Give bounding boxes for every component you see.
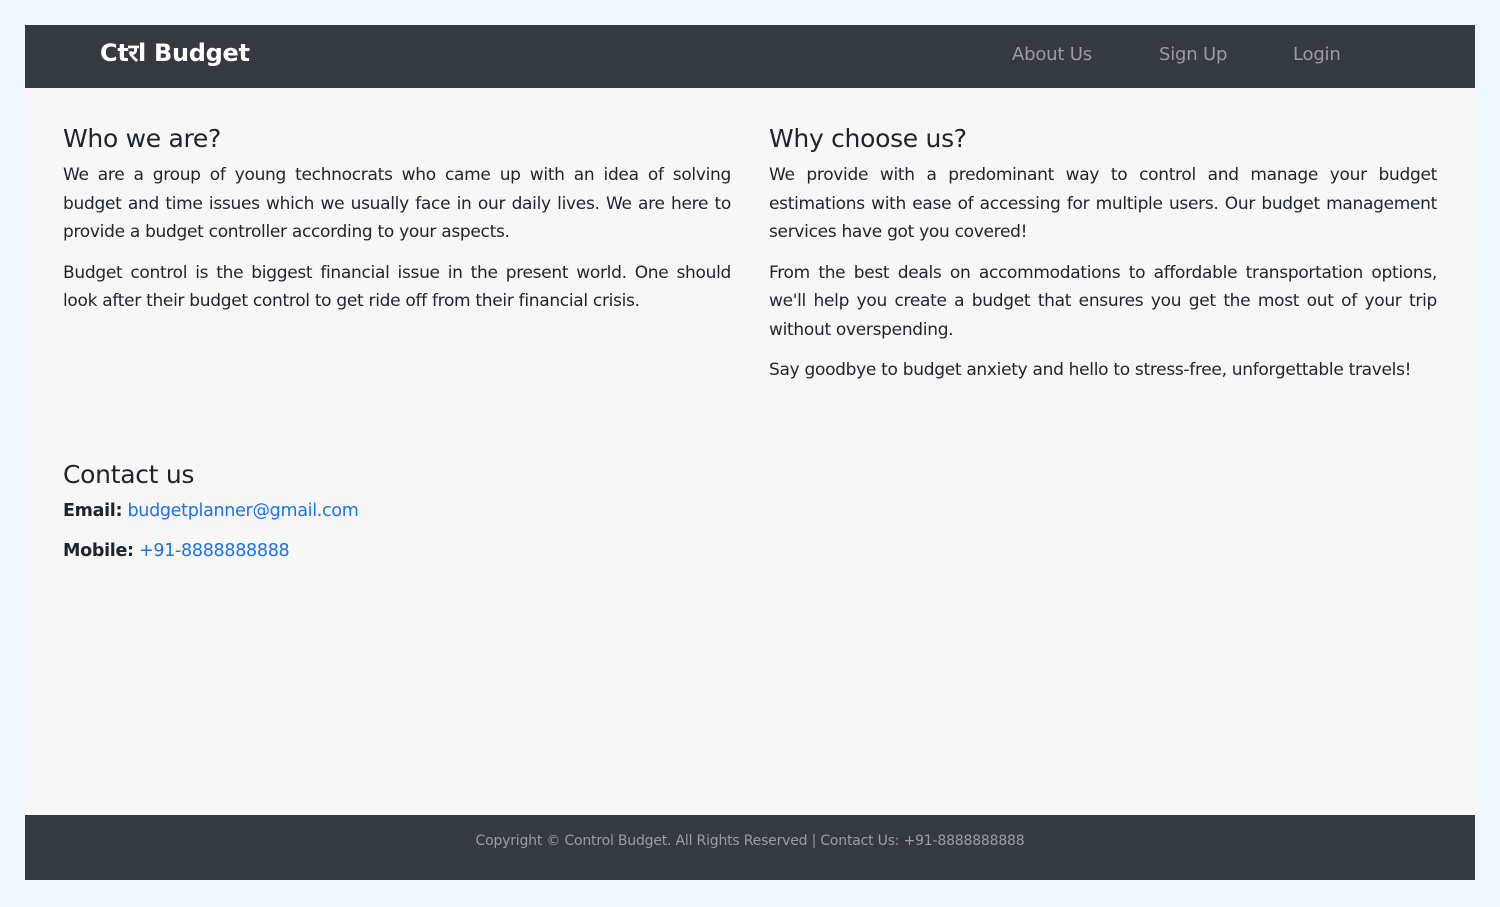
who-paragraph-1: We are a group of young technocrats who …	[63, 165, 731, 242]
contact-section: Contact us Email: budgetplanner@gmail.co…	[63, 459, 723, 577]
brand-logo[interactable]: Ctरl Budget	[100, 38, 250, 68]
footer-copyright: Copyright © Control Budget. All Rights R…	[475, 833, 1025, 849]
why-paragraph-1: We provide with a predominant way to con…	[769, 165, 1437, 242]
why-paragraph-2: From the best deals on accommodations to…	[769, 262, 1437, 340]
mobile-label: Mobile:	[63, 541, 134, 561]
page-frame: Ctरl Budget About Us Sign Up Login Who w…	[25, 25, 1475, 880]
email-label: Email:	[63, 501, 123, 521]
navbar: Ctरl Budget About Us Sign Up Login	[25, 25, 1475, 88]
who-paragraph-2: Budget control is the biggest financial …	[63, 262, 731, 312]
who-we-are-section: Who we are? We are a group of young tech…	[63, 123, 731, 328]
email-row: Email: budgetplanner@gmail.com	[63, 497, 723, 525]
nav-link-sign-up[interactable]: Sign Up	[1159, 43, 1227, 67]
why-choose-us-section: Why choose us? We provide with a predomi…	[769, 123, 1437, 397]
nav-link-login[interactable]: Login	[1293, 43, 1341, 67]
email-link[interactable]: budgetplanner@gmail.com	[127, 501, 358, 521]
footer: Copyright © Control Budget. All Rights R…	[25, 815, 1475, 880]
why-paragraph-3: Say goodbye to budget anxiety and hello …	[769, 360, 1412, 380]
contact-heading: Contact us	[63, 460, 195, 489]
mobile-link[interactable]: +91-8888888888	[139, 541, 290, 561]
who-we-are-heading: Who we are?	[63, 124, 221, 153]
mobile-row: Mobile: +91-8888888888	[63, 537, 723, 565]
nav-link-about-us[interactable]: About Us	[1012, 43, 1092, 67]
why-choose-us-heading: Why choose us?	[769, 124, 967, 153]
